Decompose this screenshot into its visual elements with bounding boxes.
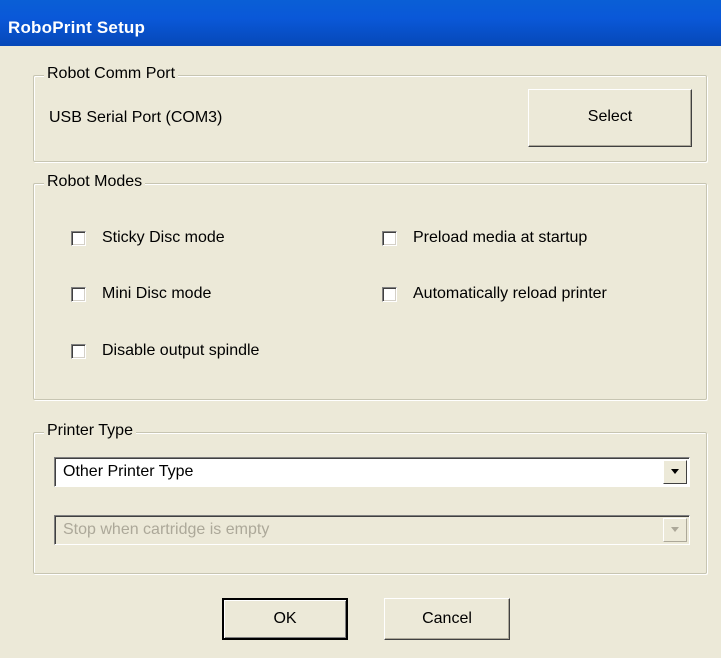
mini-disc-label: Mini Disc mode xyxy=(102,285,212,302)
mini-disc-option[interactable]: Mini Disc mode xyxy=(71,283,211,305)
cancel-button[interactable]: Cancel xyxy=(384,598,510,640)
preload-media-option[interactable]: Preload media at startup xyxy=(382,227,587,249)
disable-output-spindle-checkbox[interactable] xyxy=(71,343,86,359)
comm-port-value: USB Serial Port (COM3) xyxy=(49,109,223,126)
cartridge-behavior-value: Stop when cartridge is empty xyxy=(63,521,270,538)
roboprint-setup-dialog: RoboPrint Setup Robot Comm Port USB Seri… xyxy=(0,0,721,658)
sticky-disc-option[interactable]: Sticky Disc mode xyxy=(71,227,225,249)
window-title: RoboPrint Setup xyxy=(8,18,146,37)
preload-media-checkbox[interactable] xyxy=(382,230,397,246)
auto-reload-printer-option[interactable]: Automatically reload printer xyxy=(382,283,607,305)
chevron-down-icon xyxy=(663,518,687,542)
disable-output-spindle-option[interactable]: Disable output spindle xyxy=(71,340,259,362)
auto-reload-printer-label: Automatically reload printer xyxy=(413,285,607,302)
title-bar[interactable]: RoboPrint Setup xyxy=(0,0,721,46)
chevron-down-icon[interactable] xyxy=(663,460,687,484)
printer-type-group: Printer Type Other Printer Type Stop whe… xyxy=(33,422,707,574)
printer-type-select[interactable]: Other Printer Type xyxy=(54,457,690,487)
auto-reload-printer-checkbox[interactable] xyxy=(382,286,397,302)
ok-button[interactable]: OK xyxy=(222,598,348,640)
sticky-disc-label: Sticky Disc mode xyxy=(102,229,225,246)
sticky-disc-checkbox[interactable] xyxy=(71,230,86,246)
cartridge-behavior-select: Stop when cartridge is empty xyxy=(54,515,690,545)
comm-port-legend: Robot Comm Port xyxy=(44,65,179,83)
printer-type-value: Other Printer Type xyxy=(63,463,194,480)
robot-modes-legend: Robot Modes xyxy=(44,173,146,191)
disable-output-spindle-label: Disable output spindle xyxy=(102,342,260,359)
select-port-button[interactable]: Select xyxy=(528,89,692,147)
printer-type-legend: Printer Type xyxy=(44,422,136,440)
mini-disc-checkbox[interactable] xyxy=(71,286,86,302)
preload-media-label: Preload media at startup xyxy=(413,229,588,246)
comm-port-group: Robot Comm Port USB Serial Port (COM3) S… xyxy=(33,65,707,162)
robot-modes-group: Robot Modes Sticky Disc mode Mini Disc m… xyxy=(33,173,707,400)
